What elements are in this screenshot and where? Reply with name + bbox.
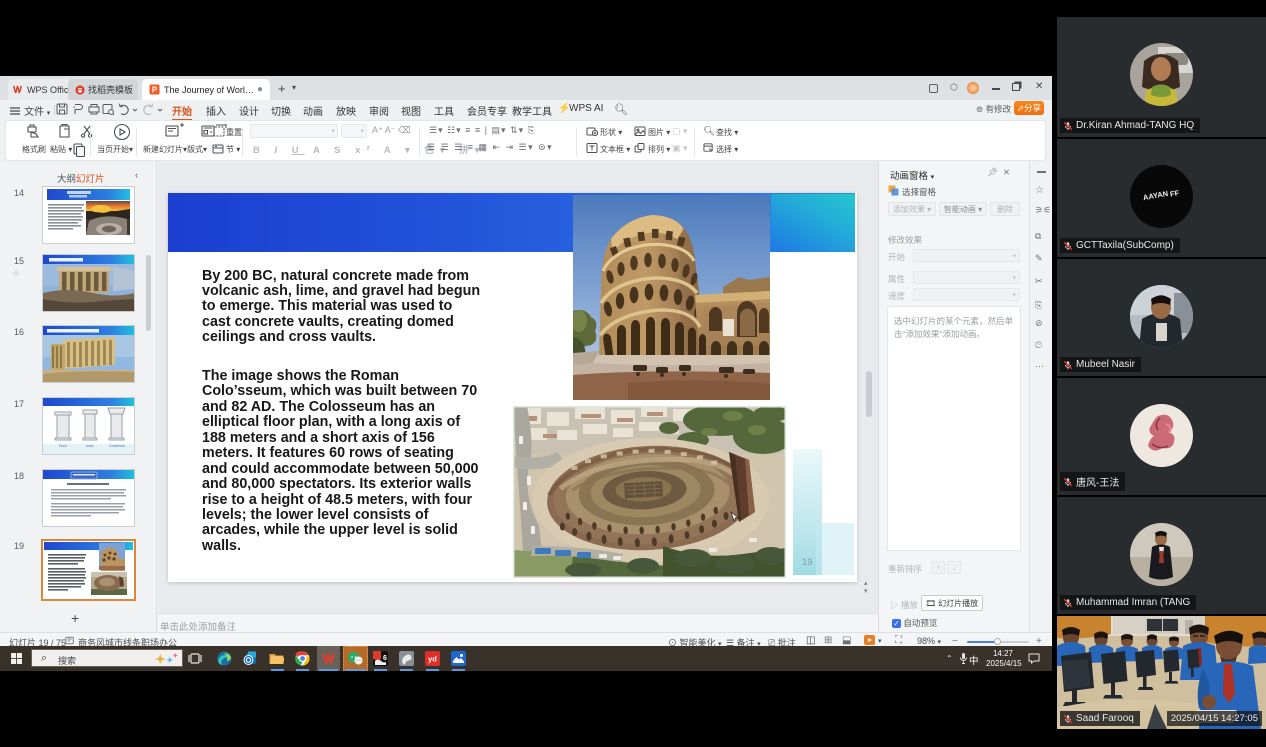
svg-text:6: 6 bbox=[383, 655, 387, 662]
svg-text:P: P bbox=[152, 85, 157, 94]
svg-text:yd: yd bbox=[428, 655, 437, 664]
svg-text:Corinthian: Corinthian bbox=[109, 444, 125, 448]
svg-text:Doric: Doric bbox=[59, 444, 67, 448]
svg-text:Ionic: Ionic bbox=[86, 444, 94, 448]
